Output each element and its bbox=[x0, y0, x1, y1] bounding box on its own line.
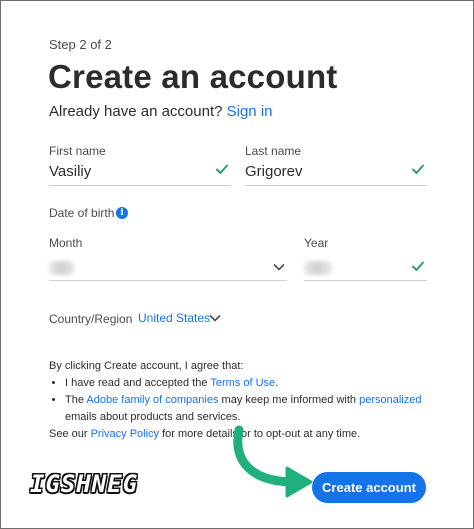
signin-prompt: Already have an account? Sign in bbox=[49, 103, 273, 120]
create-account-button[interactable]: Create account bbox=[312, 472, 426, 503]
green-arrow-icon bbox=[233, 425, 313, 498]
checkmark-icon bbox=[216, 164, 228, 174]
checkmark-icon bbox=[412, 261, 424, 271]
checkmark-icon bbox=[412, 164, 424, 174]
blurred-month-value bbox=[49, 261, 75, 275]
first-name-field[interactable]: Vasiliy bbox=[49, 158, 231, 186]
last-name-label: Last name bbox=[245, 144, 302, 158]
country-select[interactable]: United States bbox=[138, 309, 228, 327]
country-value: United States bbox=[138, 311, 211, 325]
month-select[interactable] bbox=[49, 253, 287, 281]
last-name-value: Grigorev bbox=[245, 163, 303, 180]
adobe-family-link[interactable]: Adobe family of companies bbox=[86, 394, 218, 406]
agreement-text-span: See our bbox=[49, 428, 91, 440]
personalized-link[interactable]: personalized bbox=[359, 394, 421, 406]
agreement-text-span: The bbox=[65, 394, 87, 406]
first-name-label: First name bbox=[49, 144, 106, 158]
sign-in-link[interactable]: Sign in bbox=[227, 103, 273, 120]
agreement-text-span: . bbox=[275, 377, 279, 389]
list-item: I have read and accepted the Terms of Us… bbox=[65, 375, 429, 392]
last-name-field[interactable]: Grigorev bbox=[245, 158, 427, 186]
year-field[interactable] bbox=[304, 253, 427, 281]
info-icon[interactable]: i bbox=[116, 207, 128, 219]
agreement-list: I have read and accepted the Terms of Us… bbox=[49, 375, 429, 426]
agreement-text-span: emails about products and services. bbox=[65, 411, 241, 423]
first-name-value: Vasiliy bbox=[49, 163, 92, 180]
country-label: Country/Region bbox=[49, 312, 133, 326]
step-indicator: Step 2 of 2 bbox=[49, 37, 112, 52]
agreement-text-span: I have read and accepted the bbox=[65, 377, 211, 389]
chevron-down-icon bbox=[273, 263, 285, 271]
blurred-year-value bbox=[304, 261, 332, 275]
page-title: Create an account bbox=[48, 58, 338, 95]
agreement-intro: By clicking Create account, I agree that… bbox=[49, 360, 244, 372]
year-label: Year bbox=[304, 236, 329, 250]
agreement-text-span: may keep me informed with bbox=[218, 394, 360, 406]
signin-prompt-text: Already have an account? bbox=[49, 103, 223, 120]
chevron-down-icon bbox=[209, 314, 221, 322]
dob-label: Date of birth bbox=[49, 206, 115, 220]
month-label: Month bbox=[49, 236, 83, 250]
watermark-logo: IGSHNEG bbox=[30, 470, 139, 498]
privacy-policy-link[interactable]: Privacy Policy bbox=[91, 428, 159, 440]
terms-of-use-link[interactable]: Terms of Use bbox=[210, 377, 275, 389]
